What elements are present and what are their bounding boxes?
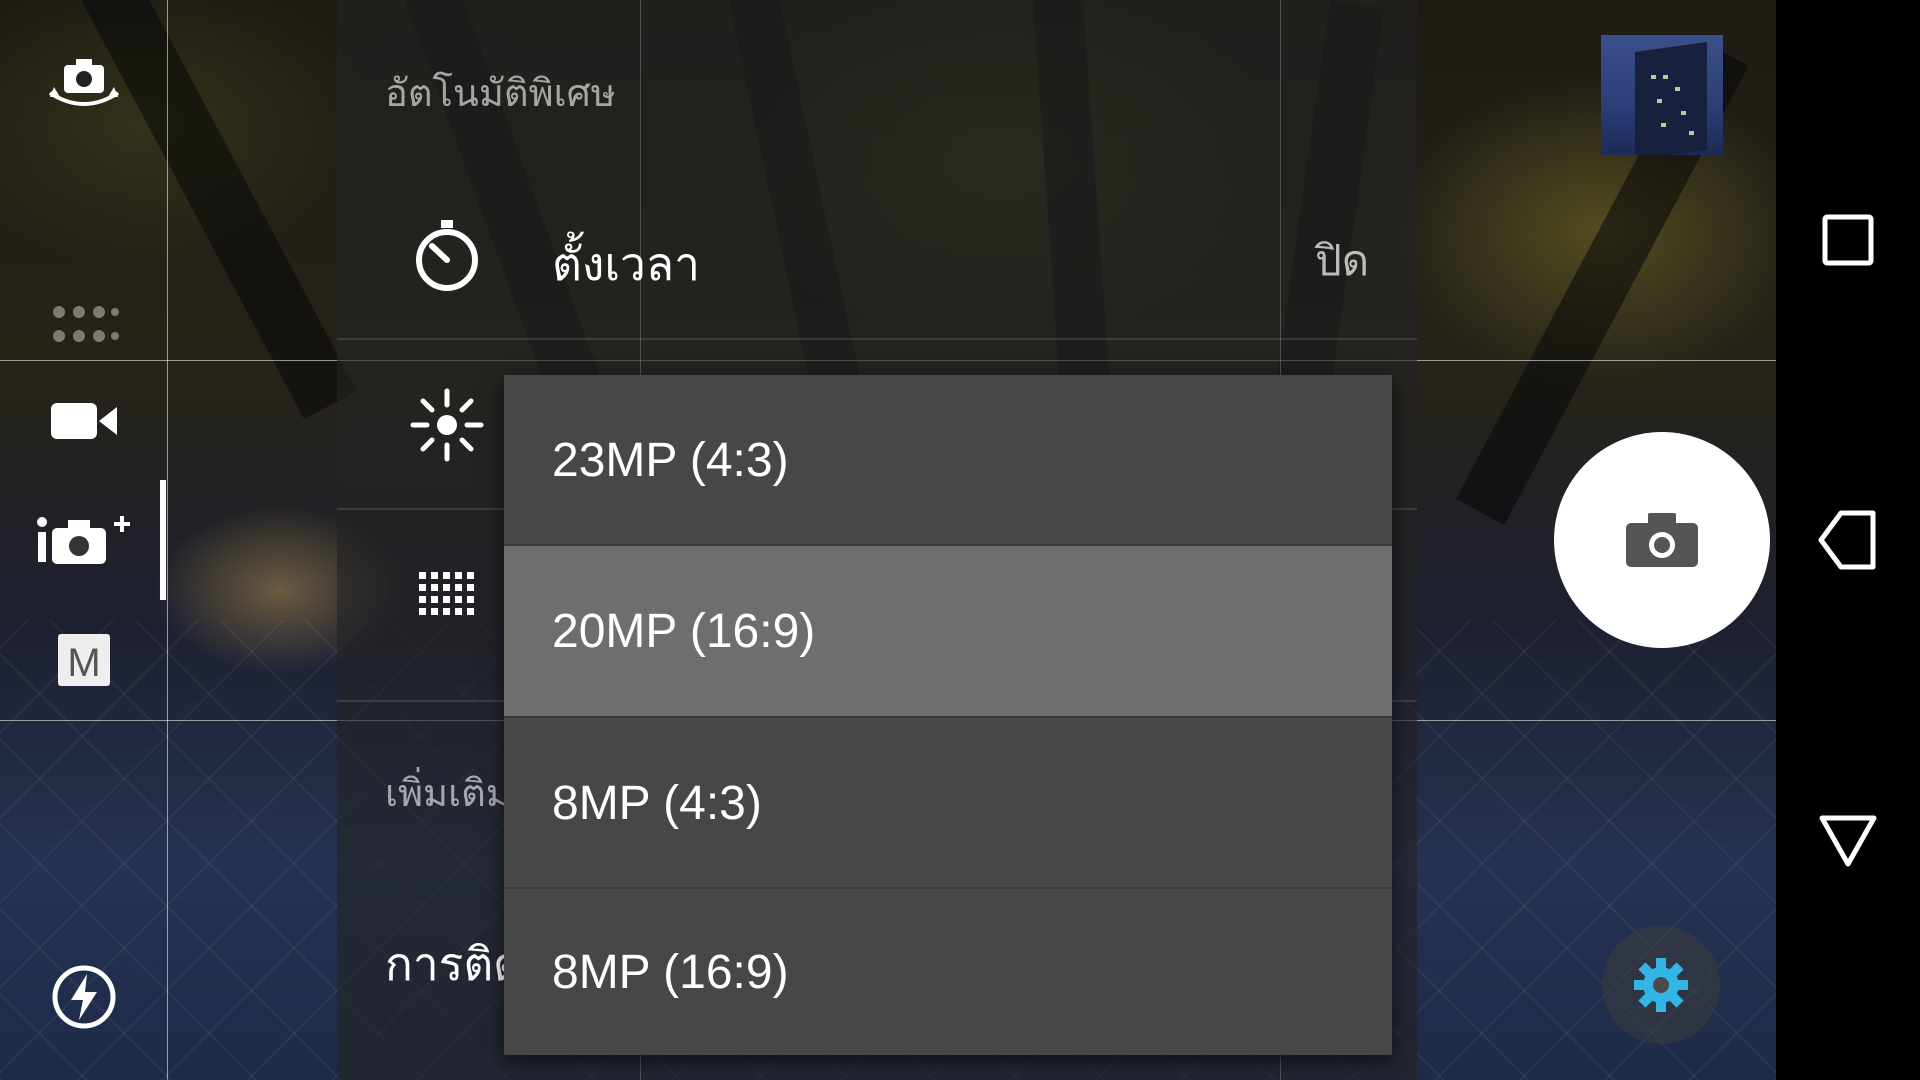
thumbnail-window: [1651, 75, 1656, 79]
resolution-option-selected[interactable]: 20MP (16:9): [504, 546, 1392, 716]
thumbnail-window: [1657, 99, 1662, 103]
section-header-more: เพิ่มเติม: [385, 773, 511, 815]
timer-label: ตั้งเวลา: [552, 238, 700, 290]
switch-camera-icon[interactable]: [34, 48, 134, 118]
thumbnail-window: [1681, 111, 1686, 115]
timer-setting-row[interactable]: ตั้งเวลา ปิด: [337, 170, 1417, 340]
timer-icon: [407, 215, 487, 295]
thumbnail-window: [1675, 87, 1680, 91]
camera-shutter-icon: [1626, 513, 1698, 567]
resolution-popup: 23MP (4:3) 20MP (16:9) 8MP (4:3) 8MP (16…: [504, 375, 1392, 1055]
thumbnail-window: [1661, 123, 1666, 127]
timer-value: ปิด: [1315, 237, 1369, 284]
settings-button[interactable]: [1602, 926, 1720, 1044]
resolution-option[interactable]: 8MP (4:3): [504, 718, 1392, 888]
manual-mode-label: M: [67, 641, 100, 685]
home-icon[interactable]: [1808, 800, 1888, 880]
resolution-grid-icon: [407, 555, 487, 635]
thumbnail-building: [1635, 41, 1707, 155]
resolution-option[interactable]: 23MP (4:3): [504, 375, 1392, 545]
last-photo-thumbnail[interactable]: [1601, 35, 1723, 155]
recents-icon[interactable]: [1808, 200, 1888, 280]
brightness-icon: [407, 385, 487, 465]
grid-dots-icon[interactable]: [34, 290, 134, 360]
thumbnail-window: [1689, 131, 1694, 135]
mode-rail: M: [0, 0, 168, 1080]
active-mode-indicator: [160, 480, 166, 600]
section-header-superior-auto: อัตโนมัติพิเศษ: [385, 73, 616, 115]
back-icon[interactable]: [1808, 500, 1888, 580]
flash-auto-icon[interactable]: [34, 962, 134, 1032]
thumbnail-window: [1663, 75, 1668, 79]
video-mode-icon[interactable]: [34, 386, 134, 456]
gear-icon: [1634, 958, 1688, 1012]
manual-mode-icon[interactable]: M: [34, 625, 134, 695]
shutter-button[interactable]: [1554, 432, 1770, 648]
superior-auto-icon[interactable]: [34, 505, 134, 575]
resolution-option[interactable]: 8MP (16:9): [504, 889, 1392, 1055]
navigation-bar: [1776, 0, 1920, 1080]
